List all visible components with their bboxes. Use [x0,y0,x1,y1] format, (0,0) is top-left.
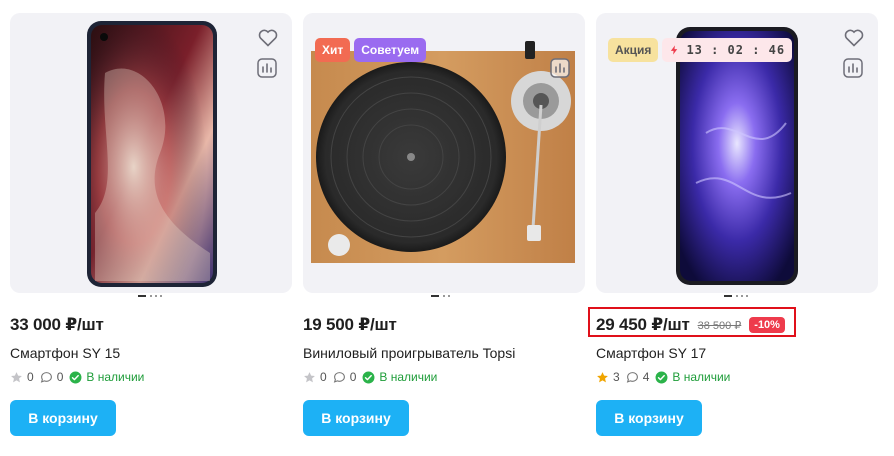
compare-chart-icon[interactable] [550,58,570,78]
check-circle-icon [69,371,82,383]
price: 33 000 ₽/шт [10,315,104,334]
product-image-area[interactable] [10,13,292,293]
heart-icon[interactable] [842,25,866,49]
lightning-icon [671,45,678,55]
star-icon [304,371,315,382]
product-image-area[interactable]: Акция 13 : 02 : 46 [596,13,878,293]
product-card: Хит Советуем 19 500 ₽/шт Виниловый проиг… [303,0,585,456]
product-image[interactable] [10,13,292,293]
heart-icon[interactable] [256,25,280,49]
stock-status: В наличии [362,370,437,384]
comment-icon [626,371,638,383]
price-row: 29 450 ₽/шт 38 500 ₽ -10% [596,312,785,338]
reviews: 4 [626,370,649,384]
badge-advise: Советуем [354,38,427,62]
product-meta: 0 0 В наличии [303,369,443,385]
product-name[interactable]: Смартфон SY 15 [10,345,120,361]
old-price: 38 500 ₽ [697,319,742,332]
countdown-timer: 13 : 02 : 46 [662,38,793,62]
comment-icon [40,371,52,383]
star-icon [597,371,608,382]
image-pagination[interactable] [138,295,168,299]
badges: Акция 13 : 02 : 46 [608,38,796,62]
check-circle-icon [362,371,375,383]
product-card: 33 000 ₽/шт Смартфон SY 15 0 0 В наличии… [10,0,292,456]
badge-sale: Акция [608,38,659,62]
price: 29 450 ₽/шт [596,315,690,334]
product-meta: 3 4 В наличии [596,369,736,385]
comment-icon [333,371,345,383]
compare-chart-icon[interactable] [257,58,277,78]
rating: 0 [10,370,34,384]
check-circle-icon [655,371,668,383]
reviews: 0 [333,370,356,384]
product-image-area[interactable]: Хит Советуем [303,13,585,293]
product-name[interactable]: Виниловый проигрыватель Topsi [303,345,515,361]
star-icon [11,371,22,382]
add-to-cart-button[interactable]: В корзину [10,400,116,436]
add-to-cart-button[interactable]: В корзину [596,400,702,436]
badges: Хит Советуем [315,38,430,62]
stock-status: В наличии [655,370,730,384]
image-pagination[interactable] [724,295,754,299]
badge-hit: Хит [315,38,351,62]
rating: 0 [303,370,327,384]
discount-badge: -10% [749,317,785,333]
rating: 3 [596,370,620,384]
price-row: 19 500 ₽/шт [303,312,397,338]
image-pagination[interactable] [431,295,461,299]
product-meta: 0 0 В наличии [10,369,150,385]
compare-chart-icon[interactable] [843,58,863,78]
stock-status: В наличии [69,370,144,384]
reviews: 0 [40,370,63,384]
product-card: Акция 13 : 02 : 46 29 450 ₽/шт 38 500 ₽ … [588,0,878,456]
add-to-cart-button[interactable]: В корзину [303,400,409,436]
price: 19 500 ₽/шт [303,315,397,334]
product-name[interactable]: Смартфон SY 17 [596,345,706,361]
price-row: 33 000 ₽/шт [10,312,104,338]
